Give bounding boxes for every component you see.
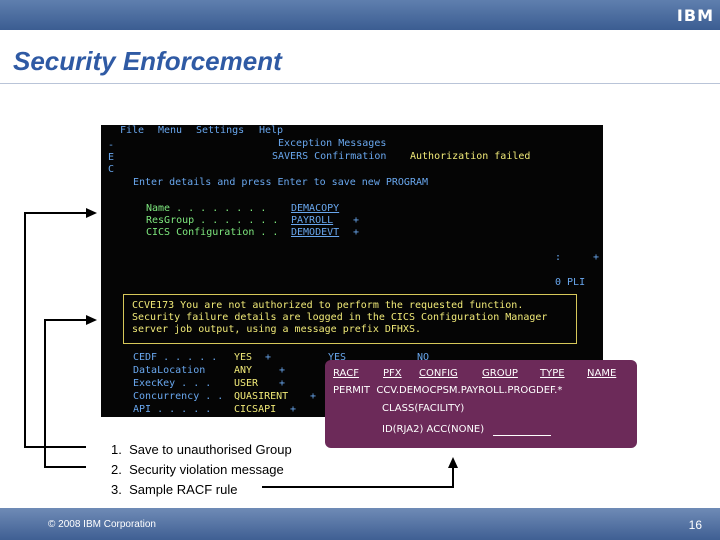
list-item: 3. Sample RACF rule	[111, 482, 238, 497]
connector-line-2	[44, 319, 86, 468]
step-list: 1. Save to unauthorised Group 2. Securit…	[111, 440, 292, 500]
list-item: 1. Save to unauthorised Group	[111, 442, 292, 457]
page-number: 16	[688, 518, 702, 532]
arrowhead-2	[86, 315, 97, 325]
connector-lines	[24, 208, 458, 488]
connector-line-1	[24, 212, 86, 448]
arrowhead-3	[448, 457, 458, 468]
arrowhead-1	[86, 208, 97, 218]
list-item: 2. Security violation message	[111, 462, 284, 477]
copyright-text: © 2008 IBM Corporation	[48, 519, 156, 530]
